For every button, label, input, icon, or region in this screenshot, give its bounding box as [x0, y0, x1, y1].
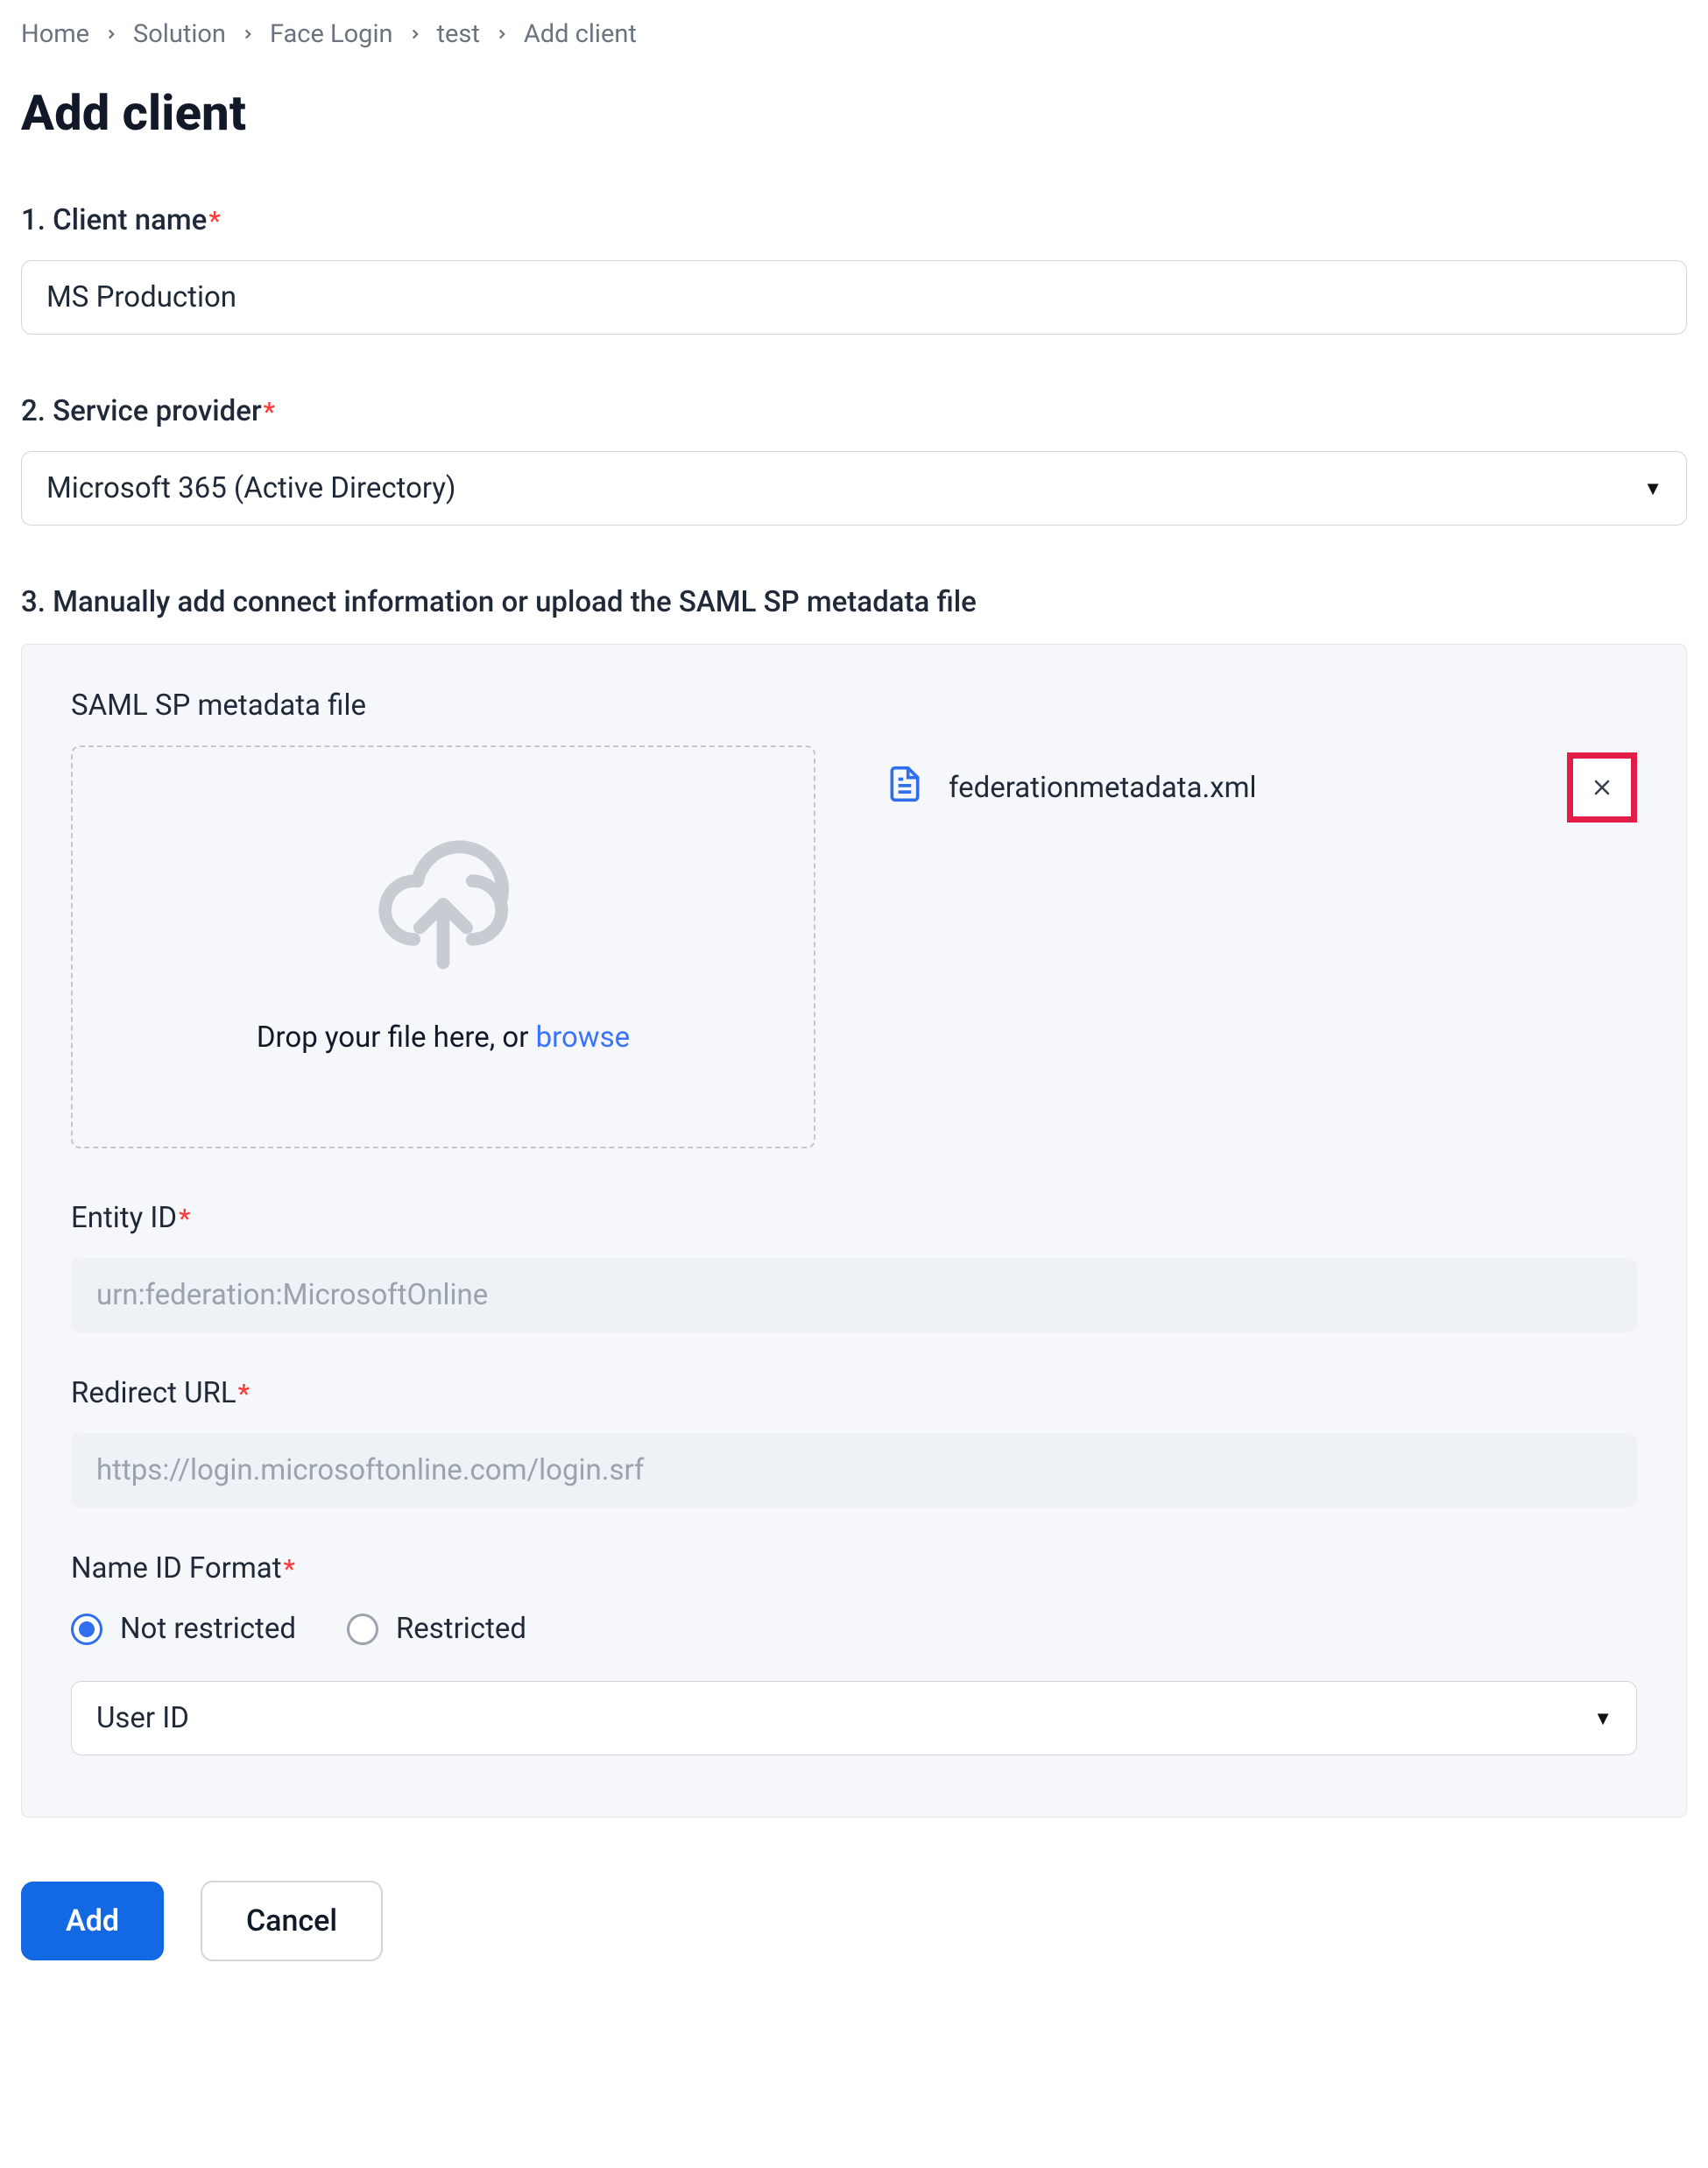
metadata-panel: SAML SP metadata file Drop your file her… — [21, 644, 1687, 1818]
chevron-right-icon — [240, 26, 256, 42]
entity-id-label: Entity ID* — [71, 1201, 1637, 1235]
name-id-field: Name ID Format* Not restricted Restricte… — [71, 1551, 1637, 1755]
entity-id-field: Entity ID* — [71, 1201, 1637, 1332]
file-dropzone[interactable]: Drop your file here, or browse — [71, 745, 815, 1148]
name-id-select[interactable]: User ID — [71, 1681, 1637, 1755]
connect-info-label: 3. Manually add connect information or u… — [21, 585, 1687, 619]
cancel-button[interactable]: Cancel — [201, 1881, 383, 1961]
required-marker: * — [284, 1554, 295, 1585]
breadcrumb-item-face-login[interactable]: Face Login — [270, 19, 393, 49]
breadcrumb-item-test[interactable]: test — [437, 19, 480, 49]
page-title: Add client — [21, 84, 1687, 142]
name-id-label: Name ID Format* — [71, 1551, 1637, 1585]
client-name-label: 1. Client name* — [21, 203, 1687, 237]
radio-restricted[interactable]: Restricted — [347, 1612, 526, 1646]
name-id-radio-group: Not restricted Restricted — [71, 1612, 1637, 1646]
redirect-url-input — [71, 1433, 1637, 1508]
field-service-provider: 2. Service provider* Microsoft 365 (Acti… — [21, 394, 1687, 526]
label-text: Redirect URL — [71, 1376, 236, 1410]
required-marker: * — [238, 1379, 250, 1409]
label-text: Entity ID — [71, 1201, 177, 1235]
breadcrumb-item-solution[interactable]: Solution — [133, 19, 226, 49]
add-button[interactable]: Add — [21, 1882, 164, 1960]
client-name-input[interactable] — [21, 260, 1687, 335]
metadata-section-label: SAML SP metadata file — [71, 689, 1637, 723]
label-text: 1. Client name — [21, 203, 207, 237]
radio-label: Restricted — [396, 1612, 526, 1646]
entity-id-input — [71, 1258, 1637, 1332]
redirect-url-label: Redirect URL* — [71, 1376, 1637, 1410]
field-client-name: 1. Client name* — [21, 203, 1687, 335]
chevron-right-icon — [494, 26, 510, 42]
chevron-right-icon — [407, 26, 423, 42]
redirect-url-field: Redirect URL* — [71, 1376, 1637, 1508]
uploaded-file-chip: federationmetadata.xml — [886, 745, 1637, 823]
service-provider-label: 2. Service provider* — [21, 394, 1687, 428]
upload-cloud-icon — [369, 840, 518, 987]
service-provider-select[interactable]: Microsoft 365 (Active Directory) — [21, 451, 1687, 526]
browse-link[interactable]: browse — [536, 1020, 631, 1055]
chevron-right-icon — [103, 26, 119, 42]
breadcrumb-item-home[interactable]: Home — [21, 19, 89, 49]
uploaded-file-name: federationmetadata.xml — [949, 771, 1257, 805]
document-icon — [886, 761, 924, 814]
required-marker: * — [179, 1204, 190, 1234]
radio-label: Not restricted — [120, 1612, 296, 1646]
footer-actions: Add Cancel — [21, 1881, 1687, 1961]
field-connect-info: 3. Manually add connect information or u… — [21, 585, 1687, 1818]
dropzone-hint: Drop your file here, or — [257, 1020, 536, 1055]
radio-icon — [71, 1614, 102, 1645]
close-icon — [1590, 775, 1614, 800]
dropzone-text: Drop your file here, or browse — [257, 1020, 630, 1055]
required-marker: * — [264, 397, 275, 427]
breadcrumb-item-add-client: Add client — [524, 19, 637, 49]
label-text: 2. Service provider — [21, 394, 262, 428]
remove-file-button[interactable] — [1567, 752, 1637, 823]
radio-not-restricted[interactable]: Not restricted — [71, 1612, 296, 1646]
breadcrumb: Home Solution Face Login test Add client — [21, 19, 1687, 49]
label-text: Name ID Format — [71, 1551, 282, 1585]
required-marker: * — [208, 206, 220, 237]
radio-icon — [347, 1614, 378, 1645]
